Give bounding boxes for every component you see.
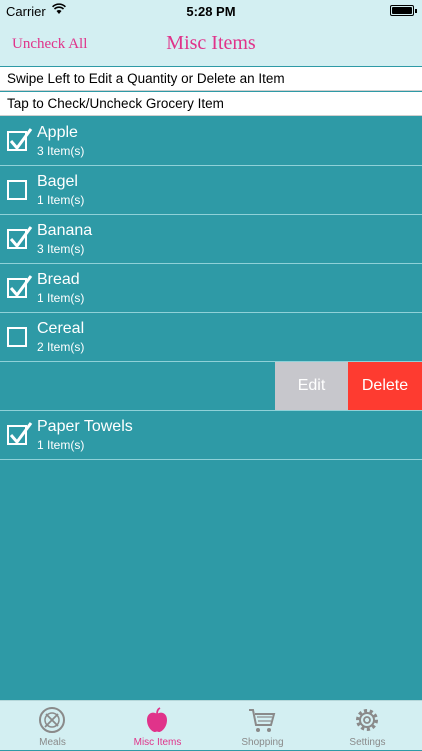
checkbox[interactable] xyxy=(7,327,27,347)
checkbox[interactable] xyxy=(7,226,33,249)
battery-icon xyxy=(390,5,417,16)
apple-icon xyxy=(147,707,167,732)
item-name: Bread xyxy=(37,271,80,288)
item-name: Bagel xyxy=(37,173,78,190)
tab-bar: Meals Misc Items Shopping Settings xyxy=(0,700,422,750)
item-quantity: 1 Item(s) xyxy=(37,438,85,452)
item-name: Paper Towels xyxy=(37,418,133,435)
checkbox[interactable] xyxy=(7,180,27,200)
tab-settings[interactable]: Settings xyxy=(315,701,420,751)
tap-hint: Tap to Check/Uncheck Grocery Item xyxy=(0,92,422,116)
page-title: Misc Items xyxy=(166,32,256,54)
tab-meals[interactable]: Meals xyxy=(0,701,105,751)
swiped-row[interactable]: Edit Delete xyxy=(0,362,422,411)
list-item[interactable]: Paper Towels 1 Item(s) xyxy=(0,411,422,460)
delete-button[interactable]: Delete xyxy=(348,362,422,410)
item-name: Banana xyxy=(37,222,93,239)
item-quantity: 1 Item(s) xyxy=(37,291,85,305)
tab-label: Misc Items xyxy=(133,737,182,748)
item-quantity: 3 Item(s) xyxy=(37,242,85,256)
grocery-list: Apple 3 Item(s) Bagel 1 Item(s) Banana 3… xyxy=(0,117,422,460)
item-quantity: 1 Item(s) xyxy=(37,193,85,207)
gear-icon xyxy=(356,709,378,731)
tab-label: Shopping xyxy=(241,737,284,748)
list-item[interactable]: Apple 3 Item(s) xyxy=(0,117,422,166)
item-quantity: 2 Item(s) xyxy=(37,340,85,354)
status-bar: Carrier 5:28 PM xyxy=(0,0,422,22)
cart-icon xyxy=(249,709,276,732)
meals-icon xyxy=(39,707,65,733)
navigation-bar: Uncheck All Misc Items xyxy=(0,22,422,66)
checkbox[interactable] xyxy=(7,422,33,445)
tab-shopping[interactable]: Shopping xyxy=(210,701,315,751)
list-item[interactable]: Cereal 2 Item(s) xyxy=(0,313,422,362)
tab-label: Settings xyxy=(349,737,386,748)
status-time: 5:28 PM xyxy=(186,4,236,19)
list-item[interactable]: Banana 3 Item(s) xyxy=(0,215,422,264)
checkbox[interactable] xyxy=(7,128,33,151)
tab-misc-items[interactable]: Misc Items xyxy=(105,701,210,751)
checkbox[interactable] xyxy=(7,275,33,298)
item-name: Cereal xyxy=(37,320,85,337)
list-item[interactable]: Bagel 1 Item(s) xyxy=(0,166,422,215)
item-quantity: 3 Item(s) xyxy=(37,144,85,158)
item-name: Apple xyxy=(37,124,78,141)
tab-label: Meals xyxy=(39,737,66,748)
swipe-hint: Swipe Left to Edit a Quantity or Delete … xyxy=(0,67,422,91)
list-item[interactable]: Bread 1 Item(s) xyxy=(0,264,422,313)
edit-button[interactable]: Edit xyxy=(275,362,348,410)
